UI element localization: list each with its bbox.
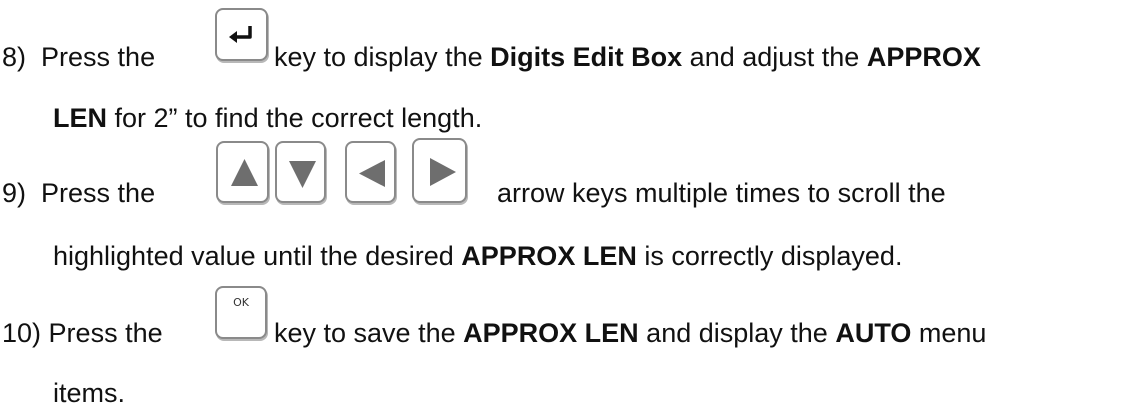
step-9-line-2: highlighted value until the desired APPR…	[53, 240, 902, 272]
step-8-line-2: LEN for 2” to find the correct length.	[53, 102, 482, 134]
step-text: is correctly displayed.	[644, 241, 903, 271]
step-text: and display the	[646, 318, 828, 348]
step-8-line-1-rest: key to display the Digits Edit Box and a…	[274, 41, 981, 73]
bold-term: APPROX	[866, 42, 981, 72]
step-text: items.	[53, 378, 126, 408]
up-arrow-key-icon	[216, 141, 269, 203]
step-text: for 2” to find the correct length.	[114, 103, 483, 133]
step-9-line-1: 9) Press the	[2, 177, 155, 209]
step-text: highlighted value until the desired	[53, 241, 454, 271]
step-8-line-1: 8) Press the	[2, 41, 155, 73]
bold-term: Digits Edit Box	[490, 42, 683, 72]
step-text: and adjust the	[689, 42, 860, 72]
bold-term: AUTO	[835, 318, 912, 348]
step-text: Press the	[41, 178, 156, 208]
enter-key-icon	[215, 8, 268, 61]
step-10-line-1-rest: key to save the APPROX LEN and display t…	[274, 317, 986, 349]
ok-key-icon: OK	[215, 286, 267, 339]
ok-key-label: OK	[233, 296, 249, 309]
left-arrow-key-icon	[345, 141, 396, 203]
bold-term: APPROX LEN	[463, 318, 639, 348]
step-10-line-2: items.	[53, 377, 125, 409]
step-text: key to save the	[274, 318, 456, 348]
down-arrow-key-icon	[275, 141, 326, 203]
step-text: menu	[918, 318, 987, 348]
step-text: Press the	[41, 42, 156, 72]
bold-term: LEN	[53, 103, 107, 133]
step-text: arrow keys multiple times to scroll the	[497, 178, 946, 208]
step-text: Press the	[48, 318, 163, 348]
step-number: 8)	[2, 42, 27, 72]
right-arrow-key-icon	[412, 138, 467, 203]
bold-term: APPROX LEN	[461, 241, 637, 271]
step-9-line-1-rest: arrow keys multiple times to scroll the	[497, 177, 946, 209]
step-number: 9)	[2, 178, 27, 208]
step-number: 10)	[2, 318, 42, 348]
step-text: key to display the	[274, 42, 483, 72]
step-10-line-1: 10) Press the	[2, 317, 163, 349]
